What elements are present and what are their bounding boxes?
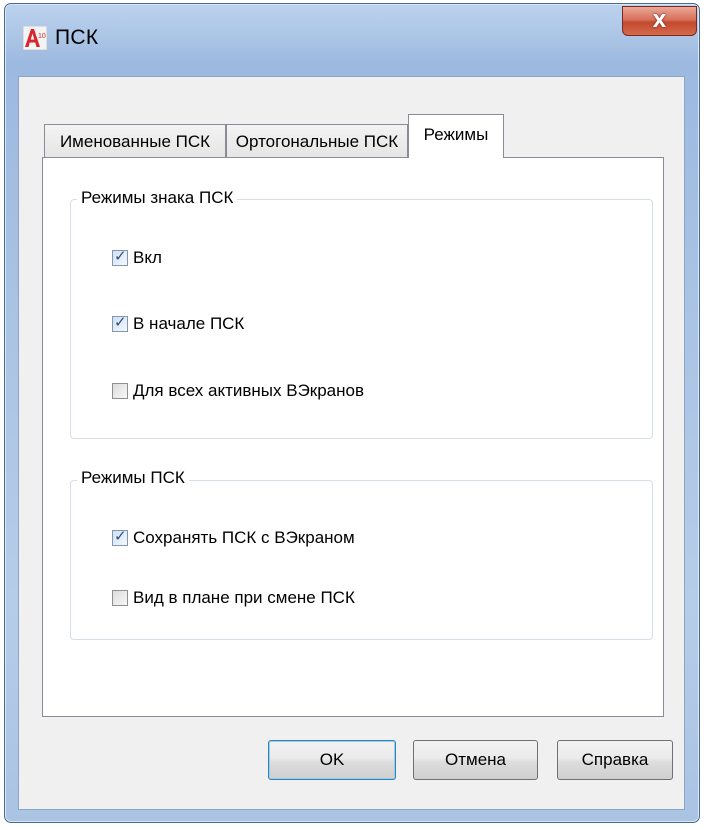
tab-orthographic-ucs[interactable]: Ортогональные ПСК — [226, 124, 408, 158]
checkbox-box[interactable] — [112, 383, 128, 399]
ok-button[interactable]: OK — [268, 740, 396, 780]
svg-text:10: 10 — [38, 33, 46, 40]
checkbox-box[interactable] — [112, 590, 128, 606]
cancel-button[interactable]: Отмена — [413, 740, 538, 780]
checkbox-label: Вид в плане при смене ПСК — [133, 588, 355, 607]
checkbox-save-ucs-with-viewport[interactable]: ✓ Сохранять ПСК с ВЭкраном — [112, 527, 355, 548]
checkbox-label: Для всех активных ВЭкранов — [133, 381, 365, 400]
tab-panel-settings: Режимы знака ПСК ✓ Вкл ✓ В начале ПСК Дл… — [42, 157, 664, 717]
tab-settings[interactable]: Режимы — [408, 114, 504, 158]
close-icon: X — [652, 10, 667, 32]
checkbox-box[interactable]: ✓ — [112, 247, 128, 266]
tab-label: Ортогональные ПСК — [235, 132, 399, 151]
tab-label: Режимы — [423, 125, 489, 144]
help-button[interactable]: Справка — [557, 740, 673, 780]
ucs-settings-group — [70, 480, 653, 640]
dialog-body: Именованные ПСК Ортогональные ПСК Режимы… — [18, 76, 685, 810]
autocad-app-icon: 10 — [23, 26, 47, 50]
checkbox-label: В начале ПСК — [133, 314, 245, 333]
checkbox-all-active-viewports[interactable]: Для всех активных ВЭкранов — [112, 381, 364, 401]
title-bar[interactable]: 10 ПСК X — [5, 4, 699, 74]
group-label-ucs-settings: Режимы ПСК — [77, 468, 189, 488]
checkbox-box[interactable]: ✓ — [112, 313, 128, 332]
checkmark-icon: ✓ — [114, 527, 127, 545]
checkbox-plan-view-on-ucs-change[interactable]: Вид в плане при смене ПСК — [112, 588, 355, 608]
dialog-window: 10 ПСК X Именованные ПСК Ортогональные П… — [4, 3, 700, 823]
checkbox-label: Сохранять ПСК с ВЭкраном — [133, 528, 355, 547]
checkbox-label: Вкл — [133, 248, 162, 267]
close-button[interactable]: X — [622, 6, 697, 36]
group-label-ucs-icon-settings: Режимы знака ПСК — [77, 188, 238, 208]
checkmark-icon: ✓ — [114, 313, 127, 331]
tab-named-ucs[interactable]: Именованные ПСК — [44, 124, 226, 158]
checkbox-at-ucs-origin[interactable]: ✓ В начале ПСК — [112, 313, 245, 334]
checkbox-box[interactable]: ✓ — [112, 527, 128, 546]
tab-label: Именованные ПСК — [59, 132, 211, 151]
window-title: ПСК — [55, 26, 99, 49]
checkmark-icon: ✓ — [114, 247, 127, 265]
checkbox-on[interactable]: ✓ Вкл — [112, 247, 162, 268]
